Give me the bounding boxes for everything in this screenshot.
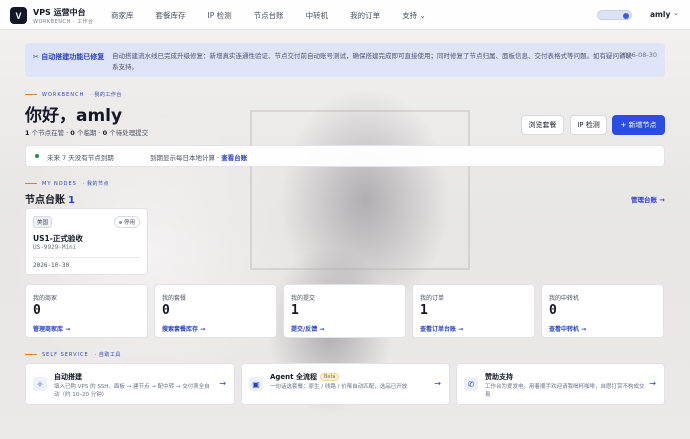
user-menu[interactable]: amly — [650, 10, 670, 19]
stat-value: 0 — [33, 303, 41, 318]
service-title: Agent 全流程 Beta — [270, 372, 340, 382]
expiry-status-text: 未来 7 天没有节点到期 — [47, 154, 114, 162]
self-service-eyebrow: SELF SERVICE · 自助工具 — [25, 351, 121, 358]
stat-card-merchants: 我的商家 0 管理商家库 → — [25, 284, 148, 338]
service-card-auto-build[interactable]: ✧ 自动搭建 填入已购 VPS 的 SSH、面板 → 建节点 → 配中转 → 交… — [25, 363, 235, 405]
expiry-status-card: 未来 7 天没有节点到期 到期显示每日本地计算 · 查看台账 — [25, 145, 665, 167]
nodes-eyebrow: MY NODES · 我的节点 — [25, 180, 109, 187]
nav-item-merchants[interactable]: 商家库 — [100, 10, 145, 21]
arrow-right-icon: → — [434, 379, 441, 388]
nodes-title-text: 节点台账 — [25, 195, 65, 206]
eyebrow-label: MY NODES — [42, 180, 77, 187]
ip-check-button[interactable]: IP 检测 — [570, 115, 607, 135]
service-description: 填入已购 VPS 的 SSH、面板 → 建节点 → 配中转 → 交付表全自动（约… — [54, 384, 210, 398]
stat-link[interactable]: 管理商家库 → — [33, 324, 70, 333]
page-title: 你好，amly — [25, 106, 123, 126]
stat-link[interactable]: 提交/反馈 → — [291, 324, 324, 333]
node-expiry-date: 2026-10-30 — [33, 262, 70, 269]
add-node-button[interactable]: + 新增节点 — [612, 115, 665, 135]
brand-title: VPS 运营中台 — [33, 8, 86, 17]
service-description: 一句话选套餐：原生 / 线路 / 价降自动匹配，选品已开放 — [270, 384, 408, 390]
nodes-count-badge: 1 — [68, 195, 75, 206]
summary-stats: 1 个节点在管 · 0 个临期 · 0 个待处理提交 — [25, 127, 148, 137]
stat-label: 我的商家 — [33, 295, 58, 302]
service-card-agent[interactable]: ▣ Agent 全流程 Beta 一句话选套餐：原生 / 线路 / 价降自动匹配，… — [241, 363, 450, 405]
eyebrow-sub: · 我的节点 — [82, 181, 110, 187]
nav-item-nodes[interactable]: 节点台账 — [243, 10, 295, 21]
nav-item-plans[interactable]: 套餐库存 — [145, 10, 197, 21]
expiry-note-text: 到期显示每日本地计算 · — [150, 154, 222, 162]
pending-label: 个待处理提交 — [107, 129, 149, 137]
announcement-text: 自动搭建流水线已完成升级修复：新增真实连通性验证、节点交付前自动账号测试，确保搭… — [112, 52, 632, 71]
nodes-section-title: 节点台账 1 — [25, 191, 75, 206]
eyebrow-bar — [25, 183, 37, 184]
service-card-sponsor[interactable]: ✆ 赞助支持 工作台为爱发电。用着顺手欢迎请我喝杯咖啡，自愿打赏不构成交易 → — [456, 363, 665, 405]
service-title-text: Agent 全流程 — [270, 373, 317, 381]
arrow-right-icon: → — [649, 379, 656, 388]
brand-subtitle: WORKBENCH · 工作台 — [33, 19, 94, 25]
nav-menu: 商家库 套餐库存 IP 检测 节点台账 中转机 我的订单 支持 ⌄ — [100, 0, 437, 30]
status-dot-icon — [35, 154, 39, 158]
node-name: US1-正式验收 — [33, 234, 83, 243]
node-card[interactable]: 美国 停用 US1-正式验收 US-9929-Mini 2026-10-30 — [25, 208, 148, 275]
stat-value: 0 — [549, 303, 557, 318]
nav-item-support[interactable]: 支持 ⌄ — [391, 10, 437, 21]
browse-plans-button[interactable]: 浏览套餐 — [521, 115, 564, 135]
announcement-banner: ✂ 自动搭建功能已修复 自动搭建流水线已完成升级修复：新增真实连通性验证、节点交… — [25, 43, 665, 77]
expiry-status-note: 到期显示每日本地计算 · 查看台账 — [150, 152, 247, 162]
stat-label: 我的中转机 — [549, 295, 580, 302]
eyebrow-sub: · 我的工作台 — [90, 92, 122, 98]
stat-value: 1 — [291, 303, 299, 318]
status-dot-icon — [118, 221, 122, 224]
arrow-right-icon: → — [219, 379, 226, 388]
nav-item-ip-check[interactable]: IP 检测 — [197, 10, 243, 21]
nav-item-orders[interactable]: 我的订单 — [339, 10, 391, 21]
logo-icon[interactable]: V — [10, 7, 27, 24]
beta-badge: Beta — [319, 373, 340, 381]
announcement-tag: ✂ 自动搭建功能已修复 — [33, 53, 105, 61]
top-nav: V VPS 运营中台 WORKBENCH · 工作台 商家库 套餐库存 IP 检… — [0, 0, 690, 30]
stat-label: 我的订单 — [420, 295, 445, 302]
nav-item-relays[interactable]: 中转机 — [295, 10, 340, 21]
coffee-icon: ✆ — [464, 377, 478, 391]
stat-value: 1 — [420, 303, 428, 318]
background-window-frame — [250, 110, 470, 270]
nodes-label: 个节点在管 · — [29, 129, 71, 137]
eyebrow-label: WORKBENCH — [42, 91, 85, 98]
service-title: 自动搭建 — [54, 373, 82, 381]
stat-card-relays: 我的中转机 0 查看中转机 → — [541, 284, 664, 338]
stat-label: 我的套餐 — [162, 295, 187, 302]
view-ledger-link[interactable]: 查看台账 — [221, 154, 247, 162]
eyebrow-label: SELF SERVICE — [42, 351, 89, 358]
eyebrow-bar — [25, 354, 37, 355]
theme-toggle[interactable] — [597, 10, 632, 20]
service-title: 赞助支持 — [485, 373, 513, 381]
stat-link[interactable]: 查看订单台账 → — [420, 324, 463, 333]
node-model: US-9929-Mini — [33, 244, 77, 251]
service-description: 工作台为爱发电。用着顺手欢迎请我喝杯咖啡，自愿打赏不构成交易 — [485, 384, 645, 398]
chevron-down-icon[interactable]: ⌄ — [673, 9, 679, 17]
workbench-eyebrow: WORKBENCH · 我的工作台 — [25, 91, 122, 98]
stat-card-submissions: 我的提交 1 提交/反馈 → — [283, 284, 406, 338]
eyebrow-bar — [25, 94, 37, 95]
stat-label: 我的提交 — [291, 295, 316, 302]
node-status-label: 停用 — [123, 220, 135, 226]
stat-link[interactable]: 查看中转机 → — [549, 324, 586, 333]
stat-card-orders: 我的订单 1 查看订单台账 → — [412, 284, 535, 338]
announcement-date: 2026-08-30 — [619, 51, 657, 59]
stat-link[interactable]: 搜索套餐库存 → — [162, 324, 205, 333]
stat-value: 0 — [162, 303, 170, 318]
sparkle-icon: ✧ — [33, 377, 47, 391]
node-region-tag: 美国 — [33, 216, 53, 228]
stat-card-plans: 我的套餐 0 搜索套餐库存 → — [154, 284, 277, 338]
chevron-down-icon: ⌄ — [419, 10, 426, 20]
bot-icon: ▣ — [249, 377, 263, 391]
node-status-badge: 停用 — [113, 216, 140, 228]
manage-ledger-link[interactable]: 管理台账 → — [631, 194, 665, 204]
expired-label: 个临期 · — [74, 129, 103, 137]
node-divider — [33, 257, 140, 258]
nav-item-support-label: 支持 — [402, 10, 418, 20]
eyebrow-sub: · 自助工具 — [94, 352, 121, 358]
toggle-knob — [623, 12, 629, 19]
